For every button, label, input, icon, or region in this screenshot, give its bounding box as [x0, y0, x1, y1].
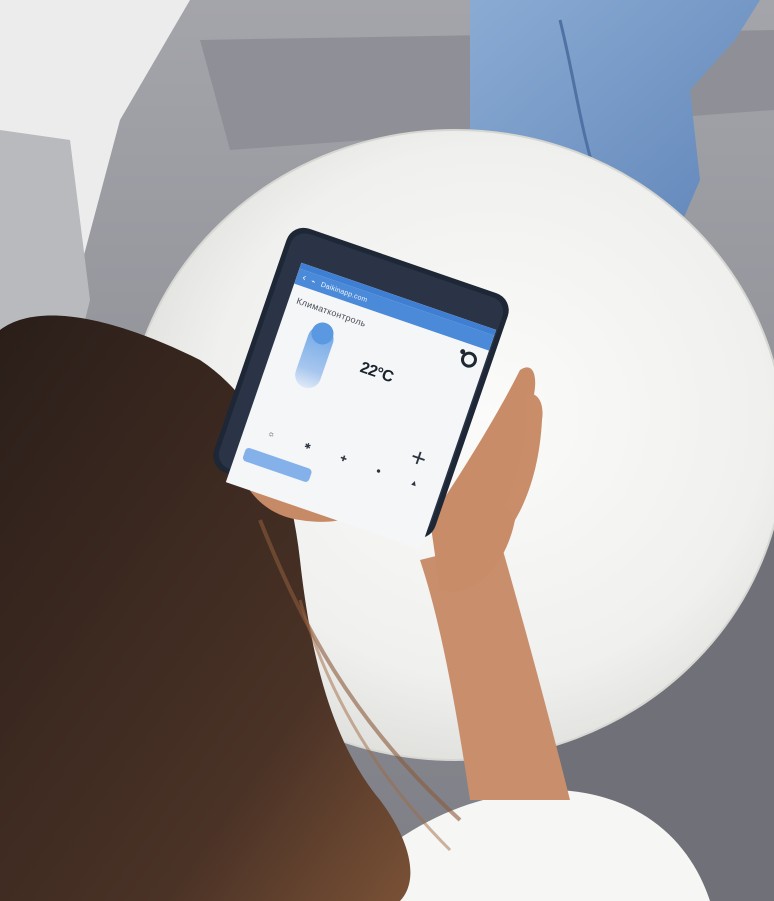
drop-icon[interactable]: ● [375, 466, 383, 476]
fan-icon[interactable]: ✚ [339, 453, 348, 464]
sun-icon[interactable]: ☼ [266, 428, 276, 439]
plus-icon[interactable]: + [407, 441, 431, 474]
temperature-readout: 22°C [357, 359, 396, 387]
lock-icon: ⌁ [310, 278, 317, 287]
brand-logo-icon [458, 349, 480, 370]
snowflake-icon[interactable]: ✱ [303, 441, 312, 452]
photo-scene: ‹ ⌁ Daikinapp.com Климатконтроль 22°C + … [0, 0, 774, 901]
chevron-left-icon[interactable]: ‹ [301, 272, 308, 283]
